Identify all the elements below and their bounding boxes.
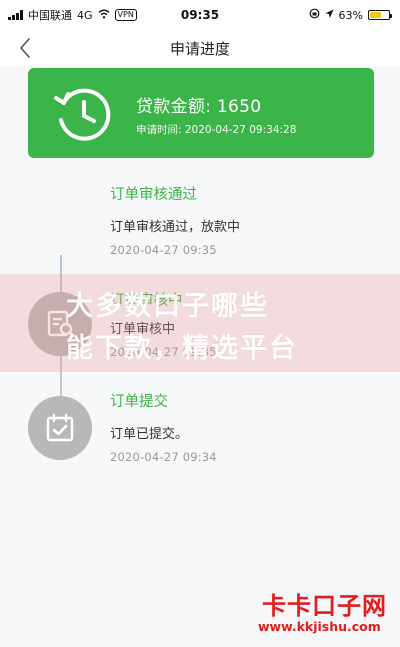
- vpn-badge: VPN: [114, 9, 137, 21]
- location-icon: [325, 9, 334, 22]
- signal-icon: [8, 10, 23, 20]
- battery-level: [370, 12, 382, 18]
- brand-url: www.kkjishu.com: [258, 619, 381, 634]
- calendar-check-icon: [46, 413, 74, 442]
- network-label: 4G: [77, 8, 93, 22]
- back-button[interactable]: [14, 36, 36, 60]
- step-desc: 订单已提交。: [110, 427, 189, 442]
- watermark-text: 大多数口子哪些: [66, 291, 269, 322]
- loan-amount: 贷款金额: 1650: [136, 97, 262, 117]
- battery-percent: 63%: [338, 8, 363, 22]
- status-left: 中国联通 4G VPN: [8, 7, 137, 23]
- step-time: 2020-04-27 09:34: [110, 450, 217, 464]
- status-bar: 中国联通 4G VPN 09:35 63%: [0, 0, 400, 30]
- lock-rotation-icon: [309, 8, 320, 22]
- carrier-label: 中国联通: [28, 9, 72, 22]
- clock-history-icon: [54, 88, 111, 141]
- nav-bar: 申请进度: [0, 30, 400, 66]
- brand-logo: 卡卡口子网: [262, 592, 387, 620]
- wifi-icon: [98, 9, 110, 22]
- battery-icon: [368, 10, 392, 20]
- apply-time: 申请时间: 2020-04-27 09:34:28: [136, 124, 297, 136]
- step-time: 2020-04-27 09:35: [110, 243, 217, 257]
- step-desc: 订单审核通过，放款中: [110, 220, 241, 235]
- loan-summary-card: 贷款金额: 1650 申请时间: 2020-04-27 09:34:28: [28, 68, 374, 158]
- chevron-left-icon: [20, 38, 30, 58]
- step-title: 订单提交: [110, 394, 168, 410]
- watermark-text: 能下款，精选平台: [66, 333, 298, 364]
- step-title: 订单审核通过: [110, 187, 197, 203]
- step-icon: [28, 396, 92, 460]
- status-right: 63%: [309, 8, 392, 22]
- page-title: 申请进度: [169, 39, 230, 58]
- status-time: 09:35: [180, 8, 220, 22]
